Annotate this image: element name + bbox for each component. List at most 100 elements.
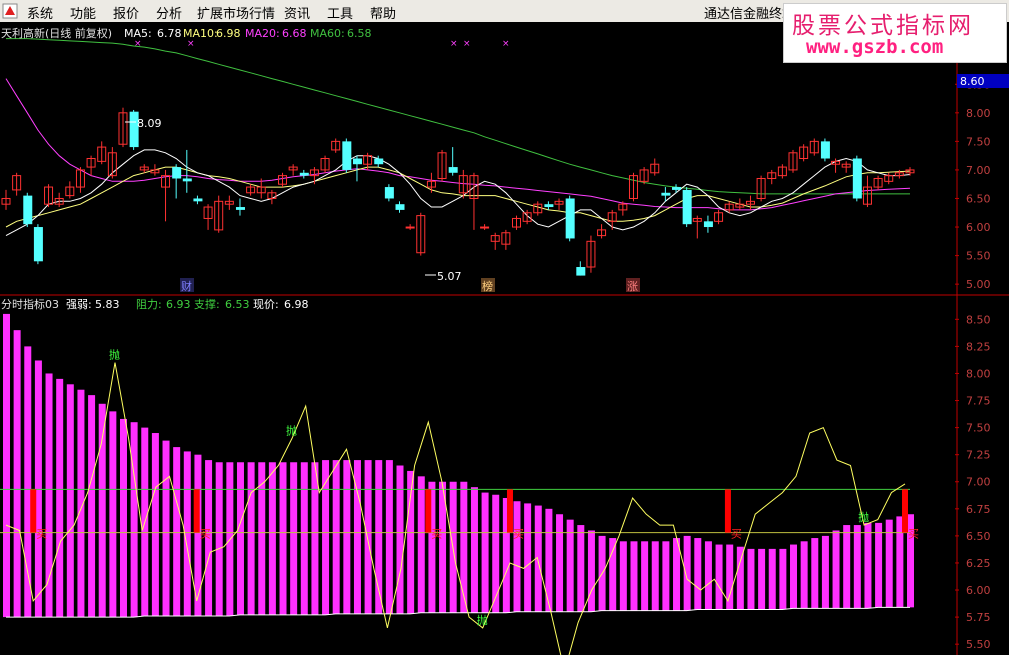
- strength-bar: [258, 462, 266, 615]
- candle-body: [193, 198, 203, 202]
- event-marker-finance-label: 财: [181, 279, 192, 293]
- upper-axis-label: 6.50: [966, 192, 991, 205]
- strength-bar: [332, 460, 340, 614]
- buy-signal-label: 买: [731, 528, 742, 541]
- candle-body: [661, 192, 671, 196]
- strength-bar: [662, 541, 670, 611]
- strength-bar: [364, 460, 372, 614]
- strength-bar: [396, 465, 404, 614]
- lower-axis-label: 8.50: [966, 313, 991, 326]
- high-label: 8.09: [137, 117, 162, 130]
- buy-signal-label: 买: [200, 528, 211, 541]
- strength-bar: [290, 462, 298, 615]
- strength-bar: [577, 525, 585, 612]
- watermark-title: 股票公式指标网: [792, 13, 974, 39]
- resistance-label: 阻力:: [136, 298, 162, 311]
- menu-item-analysis[interactable]: 分析: [156, 3, 182, 22]
- candle-body: [703, 221, 713, 228]
- ma60-value: 6.58: [347, 27, 372, 40]
- strength-bar: [66, 384, 74, 618]
- current-price-box-value: 8.60: [960, 75, 985, 88]
- strength-bar: [736, 546, 744, 610]
- menu-item-system[interactable]: 系统: [27, 3, 53, 22]
- sell-signal-label: 抛: [858, 510, 869, 524]
- strength-bar: [587, 530, 595, 612]
- candle-body: [33, 227, 43, 262]
- menu-item-extended-markets[interactable]: 扩展市场行情: [197, 3, 275, 22]
- lower-axis-label: 8.25: [966, 340, 991, 353]
- buy-signal-label: 买: [36, 528, 47, 541]
- candle-body: [235, 207, 245, 210]
- strength-bar: [492, 494, 500, 613]
- buy-signal-bar: [506, 489, 513, 533]
- strength-bar: [45, 373, 53, 618]
- strength-bar: [853, 525, 861, 609]
- resistance-value: 6.93: [166, 298, 191, 311]
- strength-bar: [619, 541, 627, 611]
- price-label: 现价:: [253, 298, 279, 311]
- candle-body: [342, 141, 352, 170]
- strength-bar: [162, 440, 170, 617]
- indicator-name: 分时指标03: [1, 297, 59, 311]
- strength-bar: [832, 530, 840, 609]
- strength-bar: [311, 462, 319, 615]
- candle-body: [820, 141, 830, 159]
- candle-body: [852, 158, 862, 199]
- strength-bar: [768, 548, 776, 610]
- strength-bar: [470, 487, 478, 613]
- terminal-title: 通达信金融终端: [704, 7, 796, 22]
- lower-axis-label: 6.75: [966, 503, 991, 516]
- buy-signal-label: 买: [908, 528, 919, 541]
- upper-axis-label: 5.00: [966, 278, 991, 291]
- strength-bar: [460, 481, 468, 613]
- candle-body: [480, 226, 490, 229]
- menu-item-news[interactable]: 资讯: [284, 3, 310, 22]
- menu-item-tools[interactable]: 工具: [327, 3, 353, 22]
- strength-bar: [556, 514, 564, 612]
- upper-axis-label: 5.50: [966, 250, 991, 263]
- candle-body: [384, 187, 394, 199]
- lower-axis-label: 6.25: [966, 557, 991, 570]
- candle-body: [565, 198, 575, 239]
- low-label: 5.07: [437, 270, 462, 283]
- strength-bar: [109, 411, 117, 618]
- strength-bar: [811, 538, 819, 609]
- app-logo-icon[interactable]: [2, 3, 18, 19]
- lower-axis-label: 5.75: [966, 611, 991, 624]
- buy-signal-bar: [193, 489, 200, 533]
- strength-bar: [173, 447, 181, 617]
- menu-item-help[interactable]: 帮助: [370, 3, 396, 22]
- strength-bar: [864, 522, 872, 609]
- strength-bar: [268, 462, 276, 615]
- signal-x-mark: ×: [187, 39, 195, 49]
- strength-bar: [683, 535, 691, 611]
- menu-item-functions[interactable]: 功能: [70, 3, 96, 22]
- support-label: 支撑:: [194, 297, 220, 311]
- strength-bar: [704, 541, 712, 610]
- strength-bar: [790, 544, 798, 609]
- ma20-value: 6.68: [282, 27, 307, 40]
- strength-bar: [247, 462, 255, 615]
- menu-item-quotes[interactable]: 报价: [113, 3, 139, 22]
- watermark-url: www.gszb.com: [806, 36, 944, 58]
- strength-bar: [24, 346, 32, 618]
- support-value: 6.53: [225, 298, 250, 311]
- buy-signal-bar: [902, 489, 908, 533]
- strength-bar: [843, 525, 851, 609]
- strength-bar: [747, 548, 755, 610]
- candle-body: [182, 178, 192, 182]
- strength-bar: [715, 544, 723, 610]
- candle-body: [23, 195, 33, 225]
- lower-axis-label: 7.25: [966, 449, 991, 462]
- strength-bar: [609, 538, 617, 611]
- candle-body: [395, 204, 405, 210]
- event-marker-limitup-label: 涨: [627, 280, 638, 293]
- signal-x-mark: ×: [134, 39, 142, 49]
- strength-bar: [821, 535, 829, 609]
- strength-bar: [566, 519, 574, 612]
- candle-body: [405, 226, 415, 229]
- strength-bar: [151, 433, 159, 617]
- strength-label: 强弱:: [66, 298, 92, 311]
- strength-bar: [694, 538, 702, 610]
- stock-chart[interactable]: 9.008.508.007.507.006.506.005.505.00 8.5…: [0, 22, 1009, 655]
